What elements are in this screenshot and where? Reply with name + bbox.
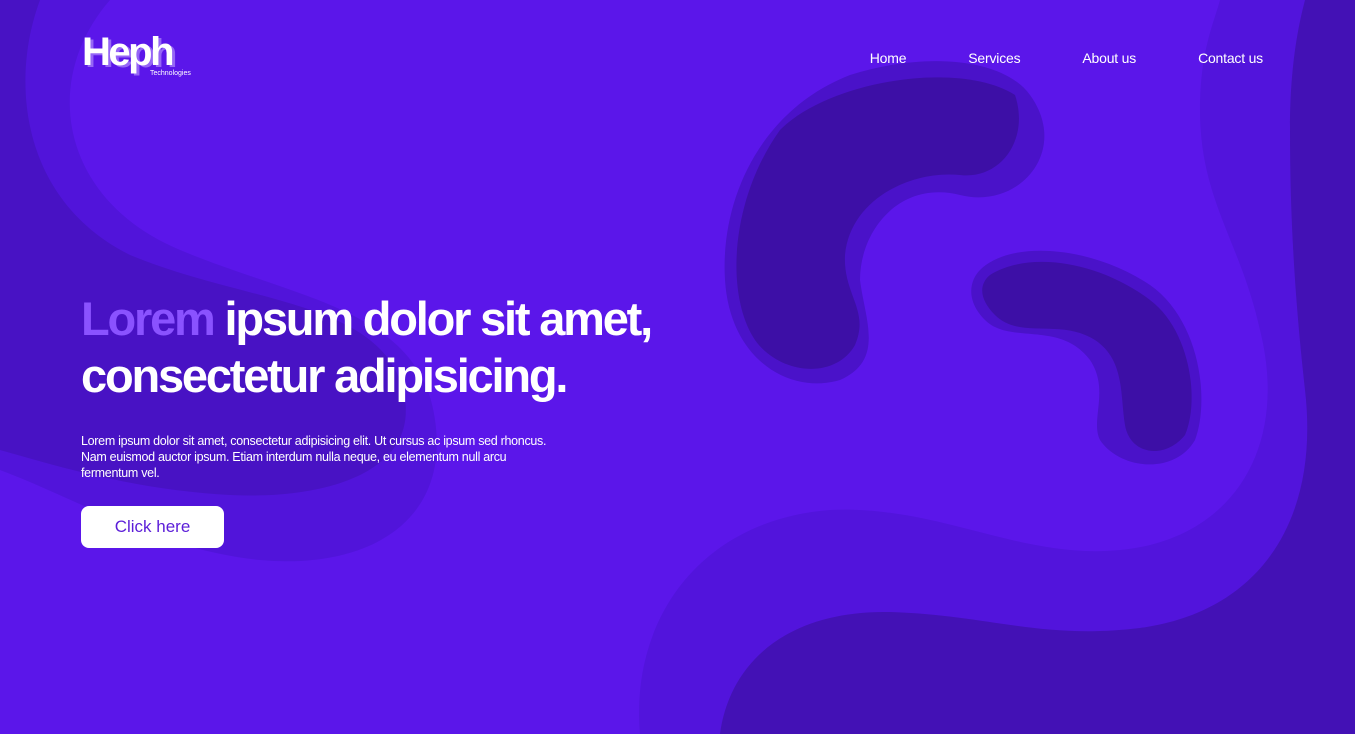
nav-link-home[interactable]: Home (870, 48, 907, 68)
brand-logo[interactable]: Heph Technologies (82, 30, 212, 84)
click-here-button[interactable]: Click here (81, 506, 224, 548)
hero-title: Lorem ipsum dolor sit amet, consectetur … (81, 290, 721, 404)
hero-title-accent: Lorem (81, 292, 216, 345)
nav-link-services[interactable]: Services (968, 48, 1020, 68)
nav-link-about-us[interactable]: About us (1082, 48, 1136, 68)
logo-subtitle: Technologies (150, 70, 191, 77)
logo-wordmark: Heph (82, 30, 175, 74)
landing-page: Heph Technologies Home Services About us… (0, 0, 1355, 734)
hero-description: Lorem ipsum dolor sit amet, consectetur … (81, 434, 547, 480)
nav-link-contact-us[interactable]: Contact us (1198, 48, 1263, 68)
main-nav: Home Services About us Contact us (870, 48, 1263, 68)
